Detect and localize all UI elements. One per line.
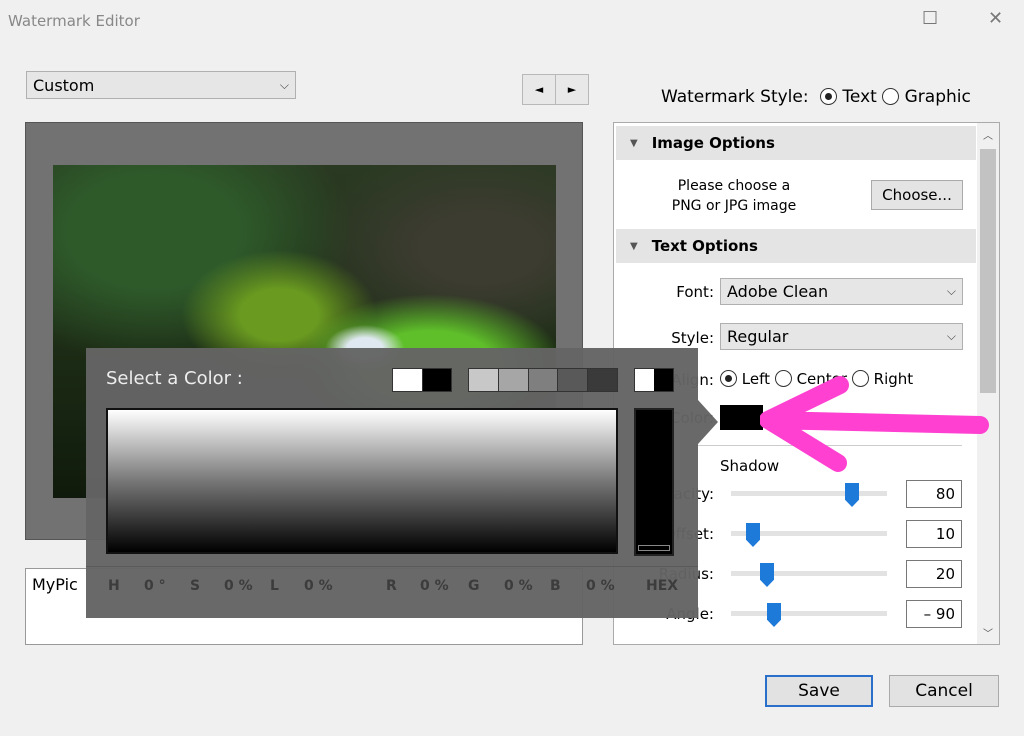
s-value[interactable]: 0 % bbox=[224, 578, 253, 594]
save-button[interactable]: Save bbox=[765, 675, 873, 707]
style-value: Regular bbox=[727, 327, 789, 346]
collapse-icon: ▼ bbox=[630, 137, 638, 149]
align-left-radio[interactable] bbox=[720, 370, 737, 387]
color-field[interactable] bbox=[106, 408, 618, 554]
style-text-label: Text bbox=[842, 87, 877, 107]
hex-label[interactable]: HEX bbox=[646, 578, 678, 594]
swatch-white[interactable] bbox=[393, 369, 422, 391]
g-value[interactable]: 0 % bbox=[504, 578, 533, 594]
maximize-button[interactable]: ☐ bbox=[922, 8, 938, 29]
opacity-slider-thumb[interactable] bbox=[845, 483, 859, 507]
annotation-arrow-icon bbox=[760, 376, 989, 472]
h-label: H bbox=[108, 578, 120, 594]
chevron-down-icon: ⌵ bbox=[279, 77, 289, 92]
style-dropdown[interactable]: Regular ⌵ bbox=[720, 323, 963, 350]
g-label: G bbox=[468, 578, 480, 594]
preset-value: Custom bbox=[33, 75, 95, 95]
scroll-up-icon[interactable]: ︿ bbox=[977, 123, 999, 142]
s-label: S bbox=[190, 578, 201, 594]
offset-input[interactable]: 10 bbox=[906, 520, 962, 548]
style-label: Watermark Style: bbox=[661, 87, 809, 107]
l-value[interactable]: 0 % bbox=[304, 578, 333, 594]
close-button[interactable]: ✕ bbox=[988, 8, 1003, 29]
b-value[interactable]: 0 % bbox=[586, 578, 615, 594]
swatch-gray-5[interactable] bbox=[588, 369, 617, 391]
image-options-title: Image Options bbox=[651, 134, 775, 152]
text-options-header[interactable]: ▼ Text Options bbox=[616, 229, 976, 263]
scroll-down-icon[interactable]: ﹀ bbox=[977, 625, 999, 640]
image-hint: Please choose a PNG or JPG image bbox=[671, 178, 797, 214]
current-color-compare bbox=[634, 368, 674, 392]
hue-slider[interactable] bbox=[634, 408, 674, 556]
l-label: L bbox=[270, 578, 279, 594]
angle-slider[interactable] bbox=[731, 611, 887, 616]
color-picker-popup: Select a Color : H 0 ° S 0 % L 0 % R 0 %… bbox=[86, 348, 698, 618]
choose-button[interactable]: Choose... bbox=[871, 180, 963, 210]
color-picker-title: Select a Color : bbox=[106, 368, 243, 389]
preset-dropdown[interactable]: Custom ⌵ bbox=[26, 71, 296, 99]
b-label: B bbox=[550, 578, 561, 594]
swatch-gray-2[interactable] bbox=[498, 369, 529, 391]
font-label: Font: bbox=[676, 283, 714, 301]
chevron-down-icon: ⌵ bbox=[946, 329, 956, 343]
prev-button[interactable]: ◄ bbox=[522, 74, 556, 105]
style-text-radio[interactable] bbox=[820, 88, 838, 105]
style-graphic-label: Graphic bbox=[904, 87, 971, 107]
color-swatch[interactable] bbox=[720, 405, 763, 430]
scrollbar-thumb[interactable] bbox=[980, 149, 996, 393]
divider bbox=[86, 566, 698, 567]
r-label: R bbox=[386, 578, 397, 594]
font-dropdown[interactable]: Adobe Clean ⌵ bbox=[720, 278, 963, 305]
swatch-gray-1[interactable] bbox=[469, 369, 499, 391]
window-title: Watermark Editor bbox=[8, 12, 140, 30]
chevron-down-icon: ⌵ bbox=[946, 284, 956, 298]
hue-slider-handle[interactable] bbox=[638, 545, 670, 551]
gray-swatches bbox=[468, 368, 618, 392]
radius-slider[interactable] bbox=[731, 571, 887, 576]
next-button[interactable]: ► bbox=[555, 74, 589, 105]
swatch-gray-3[interactable] bbox=[528, 369, 559, 391]
opacity-slider[interactable] bbox=[731, 491, 887, 496]
text-options-title: Text Options bbox=[651, 237, 758, 255]
image-options-header[interactable]: ▼ Image Options bbox=[616, 126, 976, 160]
popup-pointer bbox=[698, 400, 718, 444]
swatch-black[interactable] bbox=[421, 369, 451, 391]
angle-slider-thumb[interactable] bbox=[767, 603, 781, 627]
style-graphic-radio[interactable] bbox=[882, 88, 900, 105]
angle-input[interactable]: – 90 bbox=[906, 600, 962, 628]
r-value[interactable]: 0 % bbox=[420, 578, 449, 594]
cancel-button[interactable]: Cancel bbox=[889, 675, 999, 707]
bw-swatches bbox=[392, 368, 452, 392]
font-value: Adobe Clean bbox=[727, 282, 829, 301]
swatch-gray-4[interactable] bbox=[558, 369, 589, 391]
watermark-style: Watermark Style: Text Graphic bbox=[661, 87, 971, 107]
collapse-icon: ▼ bbox=[630, 240, 638, 252]
radius-input[interactable]: 20 bbox=[906, 560, 962, 588]
offset-slider-thumb[interactable] bbox=[746, 523, 760, 547]
radius-slider-thumb[interactable] bbox=[760, 563, 774, 587]
h-value[interactable]: 0 ° bbox=[144, 578, 166, 594]
style-label: Style: bbox=[671, 329, 714, 347]
opacity-input[interactable]: 80 bbox=[906, 480, 962, 508]
